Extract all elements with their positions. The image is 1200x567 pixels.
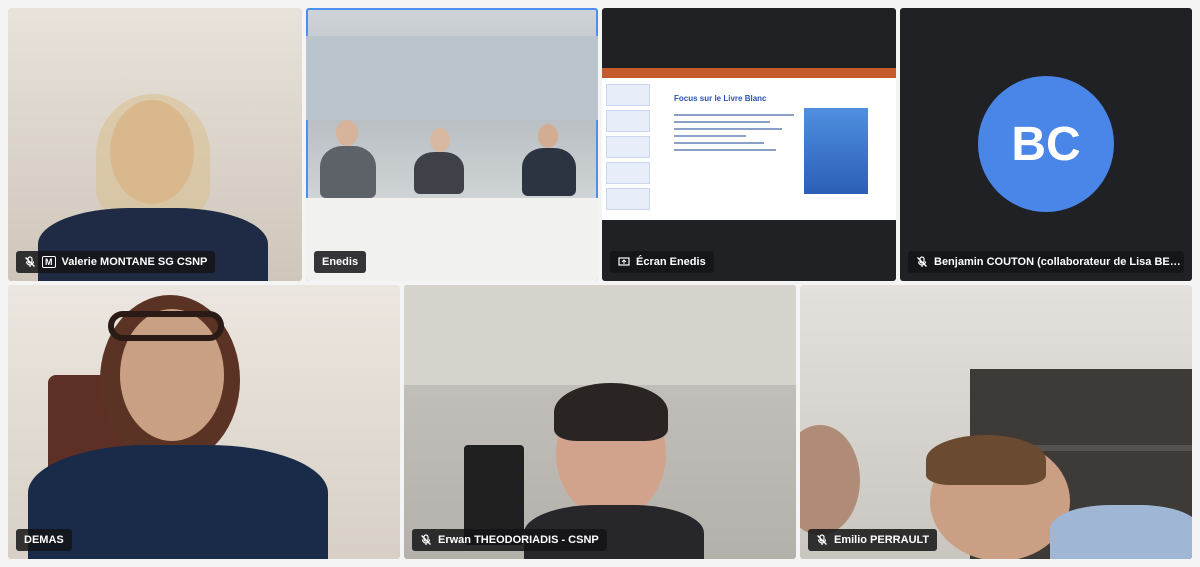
screen-share-icon xyxy=(618,256,630,268)
participant-name: Enedis xyxy=(322,256,359,268)
participant-namebar: DEMAS xyxy=(16,529,72,551)
avatar: BC xyxy=(978,76,1114,212)
video-tile-emilio[interactable]: Emilio PERRAULT xyxy=(800,285,1192,559)
mic-off-icon xyxy=(24,256,36,268)
video-tile-valerie[interactable]: M Valerie MONTANE SG CSNP xyxy=(8,8,302,281)
participant-name: DEMAS xyxy=(24,534,64,546)
participant-name: Valerie MONTANE SG CSNP xyxy=(61,256,208,268)
participant-namebar: Enedis xyxy=(314,251,367,273)
participant-namebar: M Valerie MONTANE SG CSNP xyxy=(16,251,216,273)
participant-name: Écran Enedis xyxy=(636,256,706,268)
badge-m: M xyxy=(42,256,56,268)
participant-name: Erwan THEODORIADIS - CSNP xyxy=(438,534,599,546)
participant-namebar: Écran Enedis xyxy=(610,251,714,273)
video-tile-benjamin[interactable]: BC Benjamin COUTON (collaborateur de Lis… xyxy=(900,8,1192,281)
mic-off-icon xyxy=(420,534,432,546)
video-tile-demas[interactable]: DEMAS xyxy=(8,285,400,559)
slide-title: Focus sur le Livre Blanc xyxy=(674,94,767,103)
shared-presentation: Focus sur le Livre Blanc xyxy=(602,68,896,220)
video-tile-erwan[interactable]: Erwan THEODORIADIS - CSNP xyxy=(404,285,796,559)
screen-share-tile[interactable]: Focus sur le Livre Blanc Écran Enedis xyxy=(602,8,896,281)
participant-name: Emilio PERRAULT xyxy=(834,534,930,546)
participant-name: Benjamin COUTON (collaborateur de Lisa B… xyxy=(934,256,1181,268)
participant-namebar: Benjamin COUTON (collaborateur de Lisa B… xyxy=(908,251,1184,273)
participant-namebar: Emilio PERRAULT xyxy=(808,529,938,551)
participant-namebar: Erwan THEODORIADIS - CSNP xyxy=(412,529,607,551)
mic-off-icon xyxy=(816,534,828,546)
mic-off-icon xyxy=(916,256,928,268)
video-tile-enedis[interactable]: Enedis xyxy=(306,8,598,281)
